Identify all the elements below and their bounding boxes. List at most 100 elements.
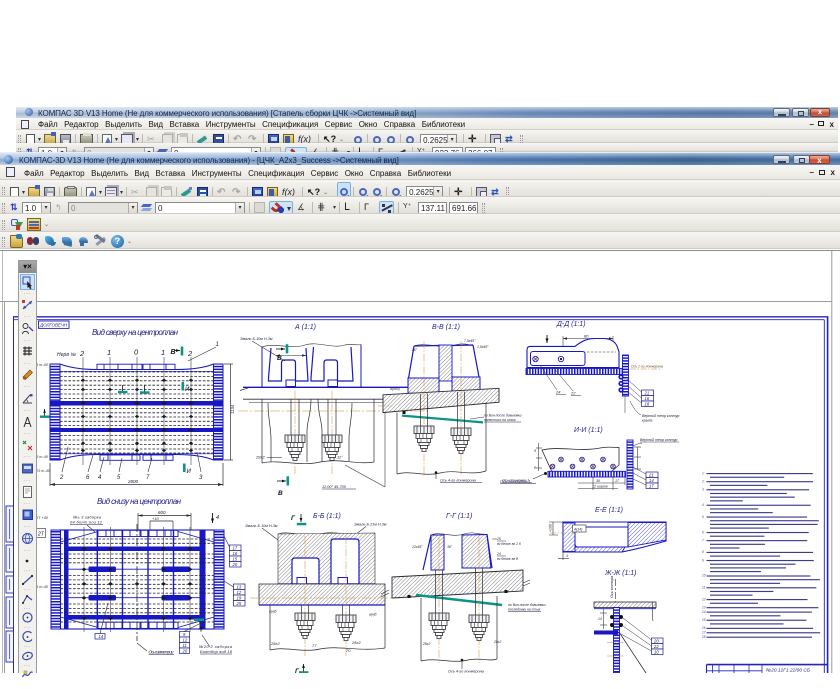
svg-text:···: ···	[24, 338, 31, 344]
svg-text:Эмаль Б.10м Н.3м: Эмаль Б.10м Н.3м	[245, 524, 278, 528]
svg-text:И: И	[187, 469, 192, 475]
svg-text:1: 1	[161, 348, 165, 357]
svg-text:···: ···	[24, 548, 31, 554]
svg-text:нанестись на стык: нанестись на стык	[484, 418, 516, 422]
svg-text:9: 9	[702, 558, 704, 562]
svg-text:13: 13	[702, 605, 706, 609]
svg-text:1,5х45°: 1,5х45°	[477, 345, 489, 349]
svg-text:4: 4	[98, 475, 102, 481]
svg-text:22: 22	[653, 644, 659, 649]
svg-text:последовку на стык: последовку на стык	[508, 608, 541, 612]
svg-text:5: 5	[117, 475, 121, 481]
svg-text:И: И	[185, 387, 190, 393]
svg-text:В-В (1:1): В-В (1:1)	[432, 324, 460, 331]
svg-text:В: В	[277, 355, 282, 362]
svg-text:Ось стыковки 1: Ось стыковки 1	[502, 479, 529, 483]
svg-text:Верхний теор контур: Верхний теор контур	[640, 438, 677, 442]
svg-text:В: В	[171, 349, 176, 356]
svg-text:20: 20	[653, 639, 659, 644]
svg-text:21: 21	[648, 473, 654, 478]
svg-text:11: 11	[183, 643, 187, 648]
svg-text:Эмаль Б.21м Н.3м: Эмаль Б.21м Н.3м	[354, 523, 387, 527]
svg-text:14: 14	[702, 610, 706, 614]
svg-text:···: ···	[24, 568, 31, 574]
svg-text:7: 7	[702, 538, 704, 542]
svg-text:по Вин после довыемки: по Вин после довыемки	[508, 603, 546, 607]
svg-text:+10: +10	[152, 516, 160, 521]
svg-text:Ж-Ж (1:1): Ж-Ж (1:1)	[604, 570, 637, 577]
svg-text:вч белое вл 2 б: вч белое вл 2 б	[497, 542, 521, 546]
svg-text:6: 6	[86, 475, 90, 481]
svg-text:а(н)б: а(н)б	[369, 613, 377, 617]
svg-text:а: а	[534, 449, 536, 453]
svg-text:24: 24	[555, 390, 561, 395]
svg-text:···: ···	[24, 314, 31, 320]
svg-text:1: 1	[702, 471, 704, 475]
svg-text:···: ···	[24, 606, 31, 612]
svg-text:8: 8	[702, 550, 704, 554]
svg-text:28х2: 28х2	[493, 640, 501, 644]
svg-text:И-И (1:1): И-И (1:1)	[574, 427, 603, 434]
svg-text:Вид снизу на центроплан: Вид снизу на центроплан	[97, 497, 182, 506]
svg-text:15: 15	[702, 618, 706, 622]
svg-text:7: 7	[146, 475, 150, 481]
svg-text:Б-Б (1:1): Б-Б (1:1)	[313, 513, 341, 520]
svg-text:12 шагов: 12 шагов	[592, 485, 608, 489]
svg-text:12: 12	[183, 638, 188, 643]
svg-text:···: ···	[24, 291, 31, 297]
svg-text:···: ···	[24, 431, 31, 437]
svg-text:77: 77	[312, 643, 317, 648]
svg-text:Ось 4-го лонжерона: Ось 4-го лонжерона	[440, 479, 476, 483]
svg-text:04 болт поз 11: 04 болт поз 11	[70, 520, 102, 525]
svg-text:7,5х45°: 7,5х45°	[464, 339, 476, 343]
svg-text:15: 15	[233, 557, 238, 562]
svg-text:1: 1	[216, 342, 219, 348]
svg-text:21: 21	[644, 391, 650, 396]
svg-text:···: ···	[24, 644, 31, 650]
svg-text:600: 600	[158, 510, 166, 515]
svg-text:14: 14	[99, 634, 104, 639]
svg-text:10: 10	[702, 574, 706, 578]
svg-text:17: 17	[702, 631, 706, 635]
svg-text:В: В	[278, 490, 283, 497]
svg-text:Г-Г (1:1): Г-Г (1:1)	[446, 513, 472, 520]
svg-text:№20.12Г1.22/00 СБ: №20.12Г1.22/00 СБ	[766, 667, 810, 673]
svg-text:12: 12	[702, 597, 706, 601]
svg-text:3: 3	[702, 488, 704, 492]
svg-text:17: 17	[615, 479, 620, 483]
svg-text:16: 16	[233, 551, 238, 556]
svg-text:22: 22	[570, 391, 576, 396]
svg-text:Ось мотора: Ось мотора	[610, 576, 614, 598]
svg-text:4(14): 4(14)	[574, 528, 582, 532]
svg-text:···: ···	[24, 384, 31, 390]
svg-text:28х2: 28х2	[422, 642, 430, 646]
svg-text:Ось симметрии: Ось симметрии	[149, 650, 175, 655]
svg-text:2: 2	[79, 349, 85, 358]
svg-text:1: 1	[566, 554, 568, 558]
svg-text:12: 12	[237, 590, 242, 595]
svg-text:20: 20	[232, 562, 238, 567]
svg-text:28х2: 28х2	[255, 455, 265, 460]
svg-text:20: 20	[182, 649, 188, 654]
svg-text:+100: +100	[549, 524, 553, 532]
svg-text:14: 14	[598, 617, 602, 621]
svg-text:Ось 4-го лонжерона: Ось 4-го лонжерона	[448, 670, 484, 674]
svg-text:17: 17	[233, 546, 238, 551]
svg-text:6: 6	[702, 530, 704, 534]
svg-text:11°: 11°	[337, 455, 343, 460]
svg-text:А (1:1): А (1:1)	[294, 324, 316, 331]
svg-text:Эмаль Б.10м Н.3м: Эмаль Б.10м Н.3м	[240, 337, 273, 341]
svg-text:5: 5	[702, 515, 704, 519]
svg-text:19: 19	[237, 596, 242, 601]
svg-text:16: 16	[702, 626, 706, 630]
svg-text:Е-Е (1:1): Е-Е (1:1)	[595, 507, 623, 514]
svg-text:1: 1	[107, 348, 111, 357]
svg-text:36°: 36°	[447, 545, 453, 549]
svg-text:24: 24	[496, 552, 501, 556]
svg-text:36°: 36°	[412, 348, 418, 352]
svg-text:Нерв №: Нерв №	[57, 352, 77, 358]
svg-text:12.00° 49-700: 12.00° 49-700	[322, 485, 347, 489]
svg-text:Вид сверху на центроплан: Вид сверху на центроплан	[92, 328, 179, 337]
svg-text:2: 2	[701, 479, 704, 483]
svg-text:ДОЛГОВЕЧН: ДОЛГОВЕЧН	[39, 323, 68, 328]
